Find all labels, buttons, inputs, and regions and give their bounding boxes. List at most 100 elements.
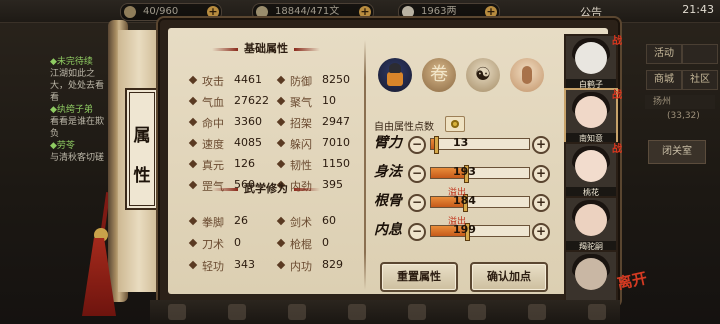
allocation-bar[interactable]: 193 xyxy=(430,165,530,183)
stance-icon-2[interactable]: 卷 xyxy=(422,58,456,92)
dock-icon[interactable] xyxy=(168,304,186,320)
dock-icon[interactable] xyxy=(348,304,366,320)
game-screen: 40/960 + 18844/471文 + 1963两 + 公告 21:43 ◆… xyxy=(0,0,720,324)
diamond-icon xyxy=(188,75,198,85)
diamond-icon xyxy=(276,75,286,85)
add-stamina-button[interactable]: + xyxy=(207,6,219,18)
stat-value: 8250 xyxy=(322,73,350,86)
quest-item[interactable]: ◆未完待续 江湖如此之大，处处去看看 xyxy=(50,56,112,104)
martial-stat: 内功 829 xyxy=(276,258,358,274)
shop-button[interactable]: 商城 xyxy=(646,70,682,90)
diamond-icon xyxy=(276,138,286,148)
stat-label: 防御 xyxy=(290,75,312,88)
decrease-button[interactable]: − xyxy=(408,194,426,212)
basic-stat: 聚气 10 xyxy=(276,94,358,110)
stat-value: 1150 xyxy=(322,157,350,170)
allocation-bar[interactable]: 13 xyxy=(430,136,530,154)
dock-icon[interactable] xyxy=(528,304,546,320)
silver-icon xyxy=(402,6,414,18)
stat-label: 拳脚 xyxy=(202,216,224,229)
avatar xyxy=(575,42,607,74)
basic-stat: 命中 3360 xyxy=(188,115,270,131)
avatar xyxy=(575,204,607,236)
stat-value: 0 xyxy=(234,236,241,249)
attribute-name: 内息 xyxy=(374,222,402,238)
stat-value: 26 xyxy=(234,214,248,227)
increase-button[interactable]: + xyxy=(532,136,550,154)
basic-stat: 韧性 1150 xyxy=(276,157,358,173)
coin-value: 18844/471文 xyxy=(275,6,340,17)
stance-icon-4[interactable] xyxy=(510,58,544,92)
dock-icon[interactable] xyxy=(228,304,246,320)
increase-button[interactable]: + xyxy=(532,223,550,241)
allocation-bar[interactable]: 184 xyxy=(430,194,530,212)
silver-value: 1963两 xyxy=(421,6,457,17)
activity-button[interactable]: 活动 xyxy=(646,44,682,64)
stat-value: 829 xyxy=(322,258,343,271)
attributes-tab-text: 属性 xyxy=(133,126,151,186)
character-card[interactable]: 桃花战 xyxy=(564,142,622,202)
add-coin-button[interactable]: + xyxy=(359,6,371,18)
stamina-icon xyxy=(124,6,136,18)
coin-icon xyxy=(451,120,459,128)
add-silver-button[interactable]: + xyxy=(485,6,497,18)
character-card[interactable]: 白鹤子战 xyxy=(564,34,622,94)
decrease-button[interactable]: − xyxy=(408,165,426,183)
increase-button[interactable]: + xyxy=(532,165,550,183)
overflow-label: 溢出 xyxy=(448,188,467,198)
allocation-value: 193 xyxy=(453,165,476,178)
stamina-value: 40/960 xyxy=(143,6,179,17)
diamond-icon xyxy=(188,96,198,106)
allocation-bar[interactable]: 199 xyxy=(430,223,530,241)
stat-label: 招架 xyxy=(290,117,312,130)
battle-tag: 战 xyxy=(612,144,622,155)
martial-stat: 轻功 343 xyxy=(188,258,270,274)
extra-button[interactable] xyxy=(682,44,718,64)
diamond-icon xyxy=(276,260,286,270)
decrease-button[interactable]: − xyxy=(408,136,426,154)
dock-icon[interactable] xyxy=(288,304,306,320)
quest-item[interactable]: ◆劳苓 与清秋客切磋 xyxy=(50,140,112,164)
stat-value: 60 xyxy=(322,214,336,227)
leave-button[interactable]: 离开 xyxy=(615,267,649,294)
bottom-dock xyxy=(150,300,620,324)
attribute-name: 根骨 xyxy=(374,193,402,209)
reset-attributes-button[interactable]: 重置属性 xyxy=(380,262,458,292)
stat-label: 内功 xyxy=(290,260,312,273)
dock-icon[interactable] xyxy=(468,304,486,320)
martial-cultivation-title: 武学修为 xyxy=(206,180,326,196)
attributes-tab-label[interactable]: 属性 xyxy=(125,88,159,210)
stat-label: 刀术 xyxy=(202,238,224,251)
battle-tag: 战 xyxy=(612,36,622,47)
community-button[interactable]: 社区 xyxy=(682,70,718,90)
stat-label: 速度 xyxy=(202,138,224,151)
stat-value: 27622 xyxy=(234,94,269,107)
character-card[interactable]: 南知意战 xyxy=(564,88,622,148)
diamond-icon xyxy=(276,159,286,169)
increase-button[interactable]: + xyxy=(532,194,550,212)
decrease-button[interactable]: − xyxy=(408,223,426,241)
stance-icon-3[interactable]: ☯ xyxy=(466,58,500,92)
dock-icon[interactable] xyxy=(588,304,606,320)
stat-value: 343 xyxy=(234,258,255,271)
stance-icon-1[interactable] xyxy=(378,58,412,92)
allocation-value: 13 xyxy=(453,136,469,149)
quest-item[interactable]: ◆纨绔子弟 看看是谁在欺负 xyxy=(50,104,112,140)
quest-log[interactable]: ◆未完待续 江湖如此之大，处处去看看 ◆纨绔子弟 看看是谁在欺负 ◆劳苓 与清秋… xyxy=(50,56,112,164)
panel-paper: 基础属性 攻击 4461 防御 8250 气血 27622 聚气 10 命中 3360 招架 2947… xyxy=(168,28,608,294)
allocation-slider-handle[interactable] xyxy=(433,136,439,154)
stat-value: 3360 xyxy=(234,115,262,128)
stat-value: 126 xyxy=(234,157,255,170)
close-hall-button[interactable]: 闭关室 xyxy=(648,140,706,164)
character-card[interactable]: 羯驼嗣 xyxy=(564,196,618,256)
confirm-allocation-button[interactable]: 确认加点 xyxy=(470,262,548,292)
basic-stat: 招架 2947 xyxy=(276,115,358,131)
basic-stat: 躲闪 7010 xyxy=(276,136,358,152)
dock-icon[interactable] xyxy=(408,304,426,320)
stat-value: 2947 xyxy=(322,115,350,128)
diamond-icon xyxy=(276,96,286,106)
stat-value: 7010 xyxy=(322,136,350,149)
basic-stat: 防御 8250 xyxy=(276,73,358,89)
diamond-icon xyxy=(188,238,198,248)
stat-label: 躲闪 xyxy=(290,138,312,151)
